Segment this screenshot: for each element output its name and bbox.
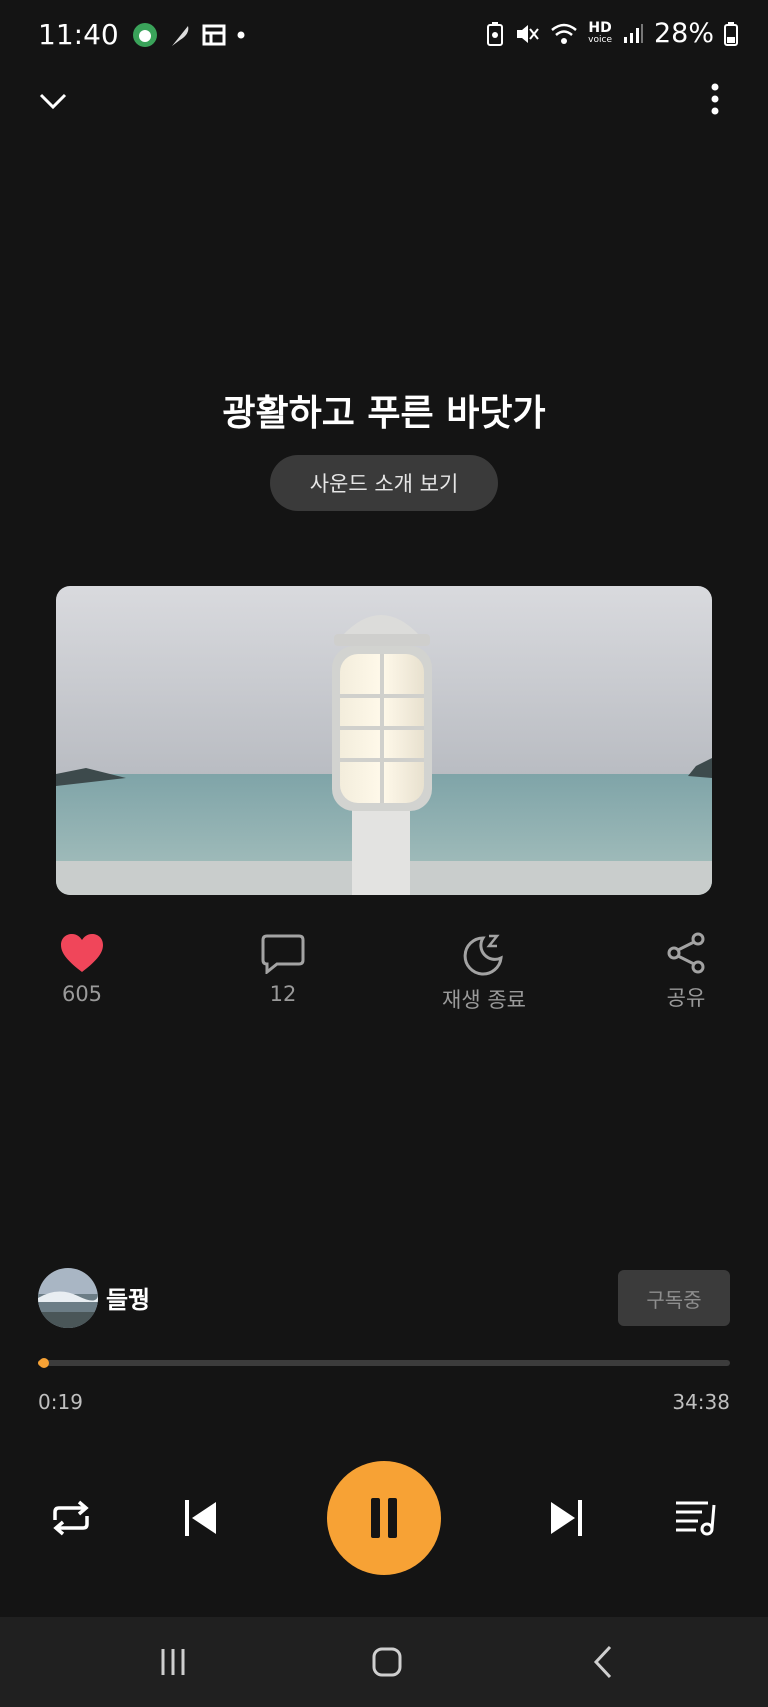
heart-icon (61, 934, 103, 972)
recent-apps-button[interactable] (148, 1637, 198, 1687)
more-vertical-icon (711, 83, 719, 115)
playlist-icon (676, 1501, 716, 1536)
sleep-timer-label: 재생 종료 (442, 988, 526, 1012)
mute-icon (517, 24, 539, 43)
status-bar: 11:40 HD voice 28% (0, 0, 768, 72)
comment-action[interactable]: 12 (213, 932, 353, 1006)
current-time: 0:19 (38, 1390, 83, 1414)
recent-apps-icon (161, 1649, 185, 1675)
like-count: 605 (61, 982, 103, 1006)
app-notification-icon (133, 23, 157, 47)
subscribe-button[interactable]: 구독중 (618, 1270, 730, 1326)
previous-button[interactable] (176, 1493, 226, 1543)
comment-count: 12 (269, 982, 297, 1006)
back-icon (593, 1645, 612, 1679)
sleep-timer-action[interactable]: 재생 종료 (414, 932, 554, 1014)
comment-icon (261, 934, 305, 974)
pause-button[interactable] (327, 1461, 441, 1575)
signal-icon (623, 23, 643, 43)
skip-previous-icon (185, 1500, 216, 1536)
wifi-icon (551, 23, 577, 44)
sleep-timer-icon (463, 934, 503, 976)
share-action[interactable]: 공유 (616, 932, 756, 1012)
home-icon (372, 1647, 402, 1677)
total-duration: 34:38 (672, 1390, 730, 1414)
battery-icon (724, 21, 738, 46)
next-button[interactable] (541, 1493, 591, 1543)
home-button[interactable] (362, 1637, 412, 1687)
pause-icon (371, 1498, 397, 1538)
like-action[interactable]: 605 (12, 932, 152, 1006)
sound-cover-image (56, 586, 712, 895)
battery-saver-icon (487, 21, 504, 46)
voice-label: voice (588, 34, 612, 45)
status-notification-icons (132, 22, 246, 48)
grid-icon (202, 24, 226, 46)
sound-title: 광활하고 푸른 바닷가 (222, 393, 546, 434)
collapse-button[interactable] (30, 78, 76, 124)
creator-name[interactable]: 들꿩 (106, 1280, 150, 1315)
hd-voice-indicator: HD voice (588, 21, 612, 46)
battery-percent: 28% (653, 18, 714, 49)
skip-next-icon (551, 1500, 582, 1536)
more-options-button[interactable] (692, 76, 738, 122)
dot-icon (237, 31, 245, 39)
repeat-icon (53, 1500, 89, 1536)
sound-intro-button[interactable]: 사운드 소개 보기 (270, 455, 498, 511)
status-system-icons: HD voice 28% (486, 18, 738, 49)
status-time: 11:40 (38, 18, 119, 51)
system-navigation-bar (0, 1617, 768, 1707)
chevron-down-icon (39, 93, 67, 110)
back-button[interactable] (578, 1637, 628, 1687)
progress-track[interactable] (38, 1360, 730, 1366)
share-label: 공유 (666, 986, 706, 1010)
feather-icon (172, 26, 189, 46)
playlist-button[interactable] (671, 1493, 721, 1543)
share-icon (667, 932, 705, 974)
repeat-button[interactable] (46, 1493, 96, 1543)
progress-handle[interactable] (39, 1358, 50, 1368)
creator-avatar[interactable] (38, 1268, 98, 1328)
